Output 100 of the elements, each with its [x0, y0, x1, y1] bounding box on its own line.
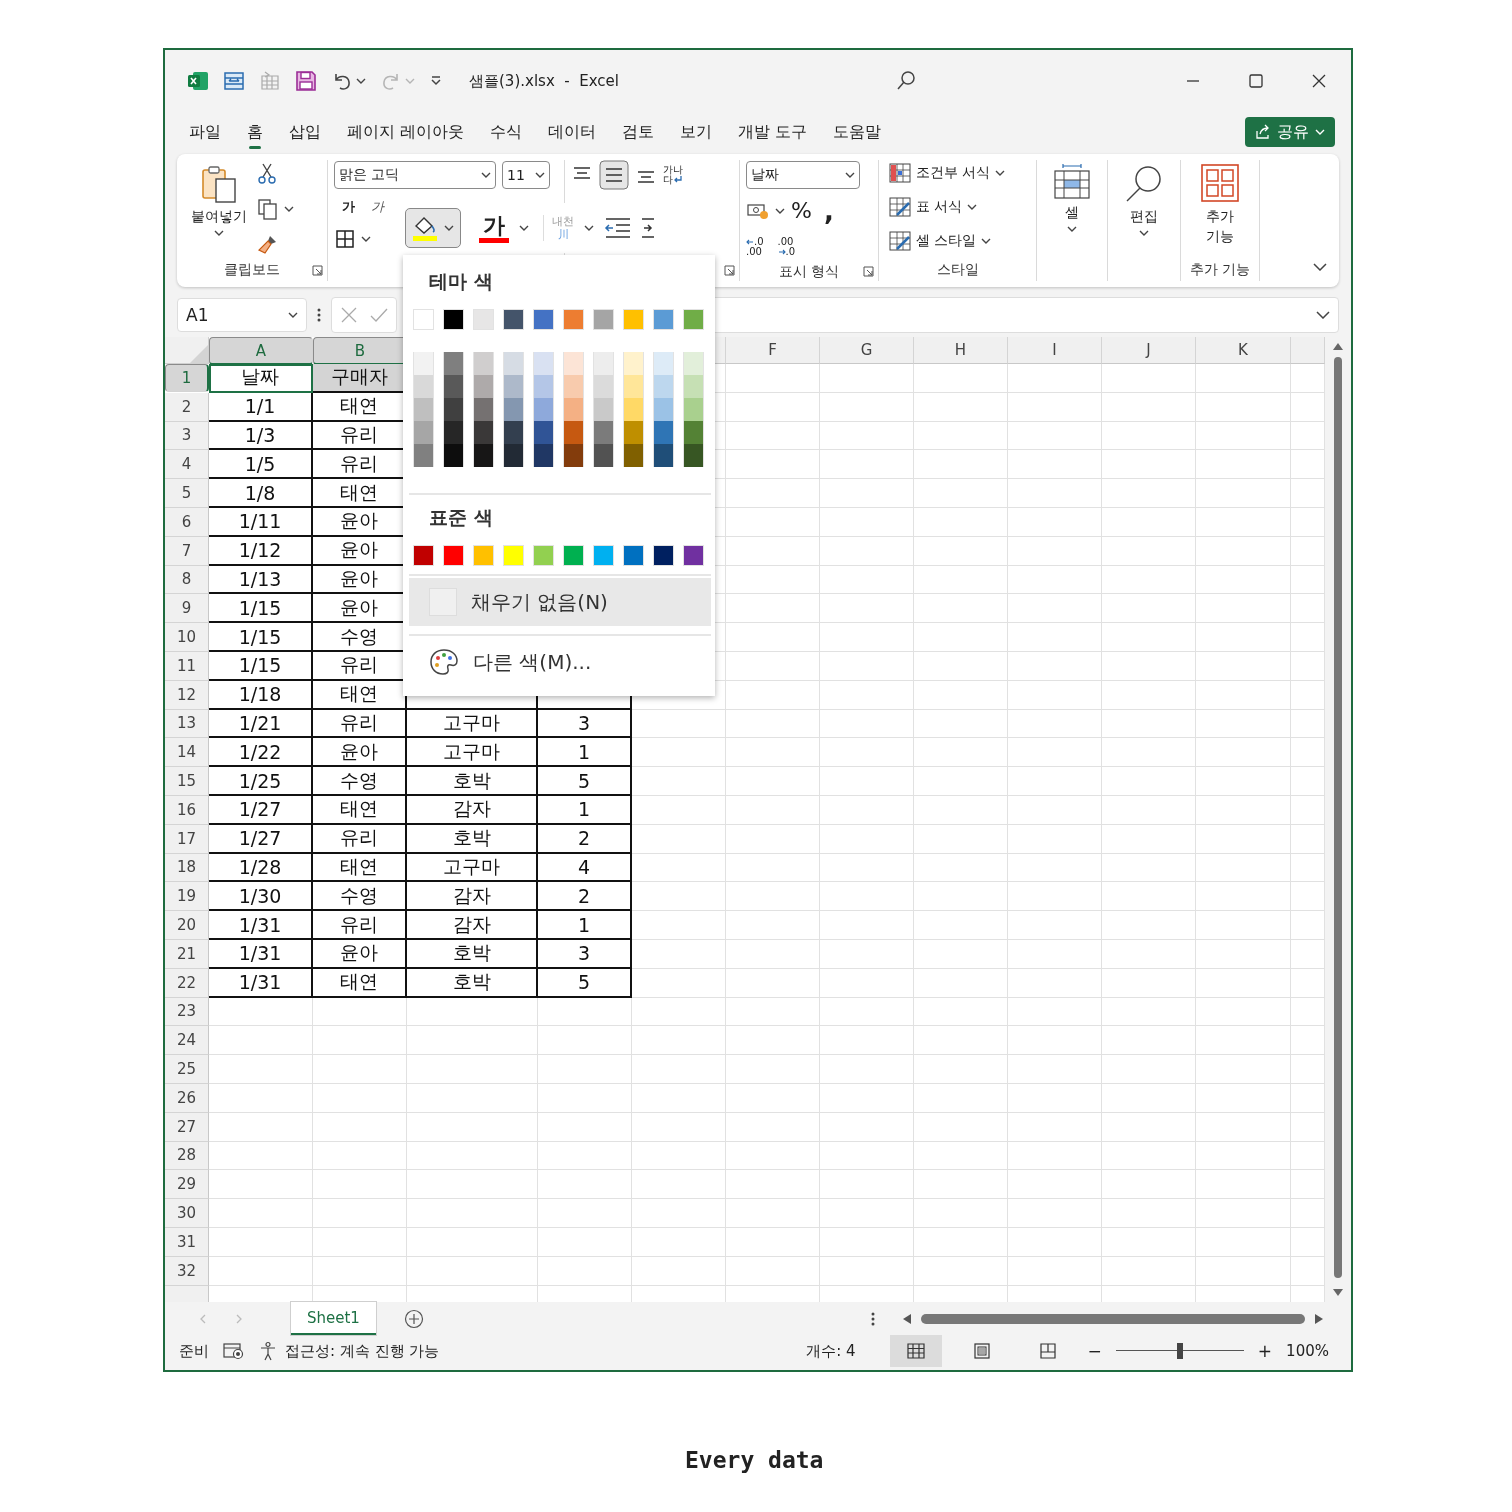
dialog-launcher-icon[interactable] — [724, 264, 735, 276]
color-swatch[interactable] — [623, 444, 644, 467]
color-swatch[interactable] — [593, 375, 614, 398]
cancel-icon[interactable] — [340, 305, 358, 324]
color-swatch[interactable] — [623, 375, 644, 398]
row-header[interactable]: 28 — [165, 1141, 209, 1171]
row-header[interactable]: 30 — [165, 1199, 209, 1228]
color-swatch[interactable] — [503, 444, 524, 467]
no-fill-item[interactable]: 채우기 없음(N) — [409, 578, 711, 626]
color-swatch[interactable] — [473, 444, 494, 467]
color-swatch[interactable] — [653, 444, 674, 467]
row-header[interactable]: 19 — [165, 882, 209, 912]
color-swatch[interactable] — [653, 421, 674, 444]
row-header[interactable]: 29 — [165, 1170, 209, 1200]
column-header[interactable]: H — [914, 337, 1008, 364]
color-swatch[interactable] — [473, 352, 494, 375]
color-swatch[interactable] — [503, 398, 524, 421]
color-swatch[interactable] — [443, 375, 464, 398]
copy-icon[interactable] — [257, 197, 279, 220]
scroll-down-icon[interactable] — [1333, 1288, 1343, 1296]
ribbon-tab[interactable]: 도움말 — [833, 115, 882, 149]
scroll-right-icon[interactable] — [1315, 1313, 1323, 1324]
row-header[interactable]: 10 — [165, 623, 209, 652]
dialog-launcher-icon[interactable] — [863, 266, 874, 277]
color-swatch[interactable] — [623, 421, 644, 444]
column-header[interactable]: G — [820, 337, 914, 364]
zoom-out-button[interactable]: − — [1087, 1341, 1102, 1361]
ribbon-tab[interactable]: 개발 도구 — [738, 115, 808, 149]
row-header[interactable]: 17 — [165, 824, 209, 854]
row-header[interactable]: 5 — [165, 479, 209, 508]
ribbon-tab[interactable]: 파일 — [189, 115, 221, 149]
color-swatch[interactable] — [563, 545, 584, 566]
font-color-button[interactable]: 가 — [471, 213, 529, 243]
row-header[interactable]: 11 — [165, 651, 209, 681]
color-swatch[interactable] — [413, 421, 434, 444]
color-swatch[interactable] — [683, 309, 704, 330]
macro-recording-icon[interactable] — [223, 1342, 245, 1360]
color-swatch[interactable] — [473, 421, 494, 444]
column-header[interactable]: K — [1196, 337, 1291, 364]
color-swatch[interactable] — [413, 398, 434, 421]
color-swatch[interactable] — [623, 352, 644, 375]
share-button[interactable]: 공유 — [1245, 117, 1335, 147]
sheet-tab[interactable]: Sheet1 — [291, 1302, 376, 1335]
row-header[interactable]: 12 — [165, 680, 209, 710]
color-swatch[interactable] — [533, 309, 554, 330]
more-options-icon[interactable] — [317, 306, 321, 323]
add-sheet-icon[interactable] — [403, 1308, 424, 1329]
fill-color-button[interactable] — [405, 208, 461, 248]
ribbon-tab[interactable]: 보기 — [680, 115, 713, 149]
borders-icon[interactable] — [334, 228, 356, 250]
zoom-slider[interactable] — [1115, 1343, 1244, 1359]
more-colors-item[interactable]: 다른 색(M)... — [409, 638, 711, 686]
color-swatch[interactable] — [473, 545, 494, 566]
color-swatch[interactable] — [473, 398, 494, 421]
row-header[interactable]: 13 — [165, 709, 209, 739]
middle-align-icon[interactable] — [599, 160, 629, 190]
color-swatch[interactable] — [413, 352, 434, 375]
column-header[interactable]: F — [726, 337, 820, 364]
paste-button[interactable]: 붙여넣기 — [191, 160, 247, 259]
row-header[interactable]: 1 — [165, 364, 209, 392]
row-header[interactable]: 14 — [165, 738, 209, 768]
ribbon-tab[interactable]: 수식 — [490, 115, 523, 149]
italic-button[interactable]: 가 — [371, 198, 384, 216]
ribbon-tab[interactable]: 페이지 레이아웃 — [347, 115, 465, 149]
accounting-format-icon[interactable] — [746, 201, 770, 221]
color-swatch[interactable] — [623, 398, 644, 421]
color-swatch[interactable] — [533, 545, 554, 566]
color-swatch[interactable] — [683, 545, 704, 566]
row-header[interactable]: 18 — [165, 853, 209, 883]
color-swatch[interactable] — [503, 309, 524, 330]
color-swatch[interactable] — [683, 375, 704, 398]
color-swatch[interactable] — [593, 352, 614, 375]
normal-view-button[interactable] — [889, 1335, 942, 1367]
color-swatch[interactable] — [653, 375, 674, 398]
maximize-icon[interactable] — [1248, 73, 1264, 89]
color-swatch[interactable] — [533, 352, 554, 375]
color-swatch[interactable] — [593, 309, 614, 330]
color-swatch[interactable] — [563, 398, 584, 421]
color-swatch[interactable] — [623, 545, 644, 566]
color-swatch[interactable] — [683, 444, 704, 467]
color-swatch[interactable] — [563, 309, 584, 330]
comma-style-button[interactable]: , — [823, 200, 834, 222]
row-header[interactable]: 22 — [165, 968, 209, 998]
font-name-dropdown[interactable]: 맑은 고딕 — [334, 161, 496, 189]
color-swatch[interactable] — [443, 545, 464, 566]
color-swatch[interactable] — [623, 309, 644, 330]
scroll-thumb[interactable] — [1334, 357, 1342, 1278]
color-swatch[interactable] — [443, 398, 464, 421]
editing-button[interactable]: 편집 — [1108, 160, 1180, 259]
zoom-in-button[interactable]: + — [1257, 1341, 1273, 1361]
number-format-dropdown[interactable]: 날짜 — [746, 161, 860, 189]
color-swatch[interactable] — [593, 421, 614, 444]
color-swatch[interactable] — [653, 352, 674, 375]
zoom-slider-thumb[interactable] — [1176, 1343, 1183, 1359]
row-header[interactable]: 9 — [165, 594, 209, 624]
row-header[interactable]: 25 — [165, 1055, 209, 1084]
row-header[interactable]: 31 — [165, 1227, 209, 1257]
dialog-launcher-icon[interactable] — [312, 264, 323, 276]
close-icon[interactable] — [1311, 73, 1327, 89]
ribbon-tab[interactable]: 삽입 — [289, 115, 321, 149]
